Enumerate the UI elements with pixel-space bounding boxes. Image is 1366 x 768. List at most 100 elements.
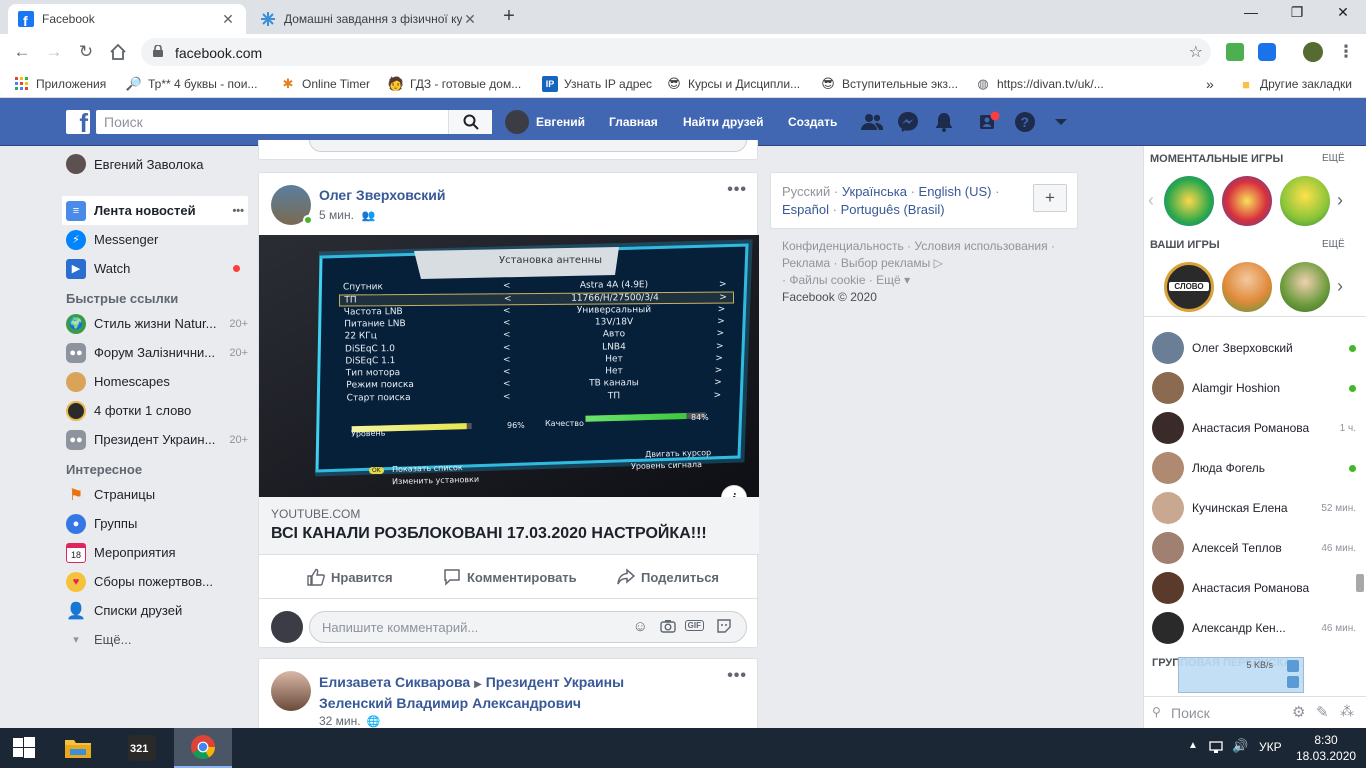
sidebar-item-news-feed[interactable]: ≡ Лента новостей ••• [62, 196, 248, 225]
contact-item[interactable]: Люда Фогель [1144, 448, 1366, 488]
footer-link[interactable]: Условия использования [914, 239, 1047, 253]
post-options-icon[interactable]: ••• [727, 667, 747, 685]
speaker-icon[interactable]: 🔊 [1232, 738, 1248, 754]
footer-link[interactable]: Ещё [876, 273, 901, 287]
shortcut-item[interactable]: Homescapes [62, 367, 248, 396]
quick-help-people-icon[interactable] [978, 111, 1000, 133]
messenger-icon[interactable] [897, 111, 919, 133]
input-language[interactable]: УКР [1259, 740, 1282, 754]
account-menu-caret-icon[interactable] [1050, 111, 1072, 133]
forward-arrow-icon[interactable]: → [42, 40, 66, 64]
menu-kebab-icon[interactable]: ⋮ [1334, 40, 1358, 64]
comment-field[interactable] [309, 140, 747, 152]
shortcut-item[interactable]: ●● Форум Залізнични... 20+ [62, 338, 248, 367]
post-author[interactable]: Олег Зверховский [319, 187, 446, 203]
add-language-button[interactable]: + [1033, 184, 1067, 212]
see-more-link[interactable]: ▾ Ещё... [62, 625, 248, 654]
chevron-left-icon[interactable]: ‹ [1148, 190, 1154, 211]
bookmark-apps[interactable]: Приложения [14, 75, 106, 93]
scrollbar-thumb[interactable] [1356, 574, 1364, 592]
contact-item[interactable]: Олег Зверховский [1144, 328, 1366, 368]
game-icon[interactable] [1164, 176, 1214, 226]
footer-link[interactable]: Реклама [782, 256, 830, 270]
friend-requests-icon[interactable] [861, 111, 883, 133]
footer-link[interactable]: Файлы cookie [789, 273, 865, 287]
search-input[interactable] [96, 110, 448, 134]
tab-homework[interactable]: Домашні завдання з фізичної ку ✕ [250, 4, 488, 34]
back-arrow-icon[interactable]: ← [10, 40, 34, 64]
create-link[interactable]: Создать [788, 98, 837, 146]
like-button[interactable]: Нравится [307, 555, 393, 599]
explore-item-fundraisers[interactable]: ♥ Сборы пожертвов... [62, 567, 248, 596]
game-icon[interactable] [1280, 262, 1330, 312]
chevron-right-icon[interactable]: › [1337, 190, 1343, 211]
bookmarks-overflow-button[interactable]: » [1206, 75, 1214, 93]
video-thumbnail[interactable]: Установка антенны Спутник < Astra 4A (4.9E… [259, 235, 759, 497]
language-link[interactable]: Українська [842, 184, 907, 199]
contact-item[interactable]: Анастасия Романова [1144, 568, 1366, 608]
bookmark-star-icon[interactable]: ☆ [1189, 42, 1203, 62]
reload-icon[interactable]: ↻ [74, 40, 98, 64]
share-button[interactable]: Поделиться [617, 555, 719, 599]
gif-icon[interactable]: GIF [684, 620, 704, 631]
group-chat-icon[interactable]: ⁂ [1340, 703, 1354, 720]
comment-input[interactable]: Напишите комментарий... ☺ GIF [309, 611, 747, 643]
game-icon[interactable] [1222, 262, 1272, 312]
chevron-right-icon[interactable]: › [1337, 276, 1343, 297]
chrome-taskbar-icon[interactable] [174, 728, 232, 768]
avatar[interactable] [271, 671, 311, 711]
profile-avatar[interactable] [1303, 42, 1323, 62]
link-preview[interactable]: YOUTUBE.COM ВСІ КАНАЛИ РОЗБЛОКОВАНІ 17.0… [259, 497, 759, 555]
bookmark-item[interactable]: 😎 Вступительные экз... [820, 75, 958, 93]
camera-icon[interactable] [660, 619, 676, 636]
shortcut-item[interactable]: ●● Президент Украин... 20+ [62, 425, 248, 454]
close-window-button[interactable]: ✕ [1320, 4, 1366, 28]
tab-close-icon[interactable]: ✕ [462, 11, 478, 28]
gear-icon[interactable]: ⚙ [1292, 703, 1305, 721]
slovo-game-icon[interactable]: СЛОВО [1164, 262, 1214, 312]
other-bookmarks[interactable]: ■ Другие закладки [1238, 75, 1352, 93]
tab-close-icon[interactable]: ✕ [220, 11, 236, 28]
media-player-icon[interactable]: 321 [118, 728, 166, 768]
more-options-icon[interactable]: ••• [232, 205, 244, 217]
chat-search-input[interactable]: Поиск [1171, 705, 1210, 721]
contact-item[interactable]: Кучинская Елена 52 мин. [1144, 488, 1366, 528]
file-explorer-icon[interactable] [54, 728, 102, 768]
language-link[interactable]: Español [782, 202, 829, 217]
bookmark-item[interactable]: 🔎 Тр** 4 буквы - пои... [126, 75, 258, 93]
search-button[interactable] [448, 110, 492, 134]
post-timestamp[interactable]: 32 мин. [319, 714, 361, 728]
game-icon[interactable] [1280, 176, 1330, 226]
compose-icon[interactable]: ✎ [1316, 703, 1329, 721]
game-icon[interactable] [1222, 176, 1272, 226]
help-question-icon[interactable]: ? [1014, 111, 1036, 133]
footer-link[interactable]: Выбор рекламы [841, 256, 930, 270]
show-hidden-icons-button[interactable]: ▲ [1188, 740, 1198, 751]
bookmark-item[interactable]: IP Узнать IP адрес [542, 75, 652, 93]
see-more-link[interactable]: ЕЩЁ [1322, 153, 1345, 164]
language-link[interactable]: Português (Brasil) [841, 202, 945, 217]
tab-facebook[interactable]: f Facebook ✕ [8, 4, 246, 34]
bookmark-item[interactable]: 🧑 ГДЗ - готовые дом... [388, 75, 521, 93]
post-options-icon[interactable]: ••• [727, 181, 747, 199]
maximize-button[interactable]: ❐ [1274, 4, 1320, 28]
explore-item-pages[interactable]: ⚑ Страницы [62, 480, 248, 509]
contact-item[interactable]: Алексей Теплов 46 мин. [1144, 528, 1366, 568]
system-clock[interactable]: 8:30 18.03.2020 [1296, 732, 1356, 764]
shortcut-item[interactable]: 🌍 Стиль жизни Natur... 20+ [62, 309, 248, 338]
profile-link[interactable]: Евгений [505, 98, 585, 146]
bookmark-item[interactable]: ◍ https://divan.tv/uk/... [975, 75, 1103, 93]
contact-item[interactable]: Александр Кен... 46 мин. [1144, 608, 1366, 648]
address-bar[interactable]: facebook.com ☆ [141, 38, 1211, 66]
explore-item-groups[interactable]: ● Группы [62, 509, 248, 538]
find-friends-link[interactable]: Найти друзей [683, 98, 763, 146]
bookmark-item[interactable]: ✱ Online Timer [280, 75, 370, 93]
contact-item[interactable]: Alamgir Hoshion [1144, 368, 1366, 408]
sidebar-item-watch[interactable]: ▶ Watch [62, 254, 248, 283]
post-timestamp[interactable]: 5 мин. [319, 208, 354, 222]
new-tab-button[interactable]: + [496, 6, 522, 28]
extension-icon[interactable] [1258, 43, 1276, 61]
emoji-icon[interactable]: ☺ [633, 618, 648, 635]
network-icon[interactable] [1209, 739, 1225, 758]
sticker-icon[interactable] [716, 618, 732, 637]
